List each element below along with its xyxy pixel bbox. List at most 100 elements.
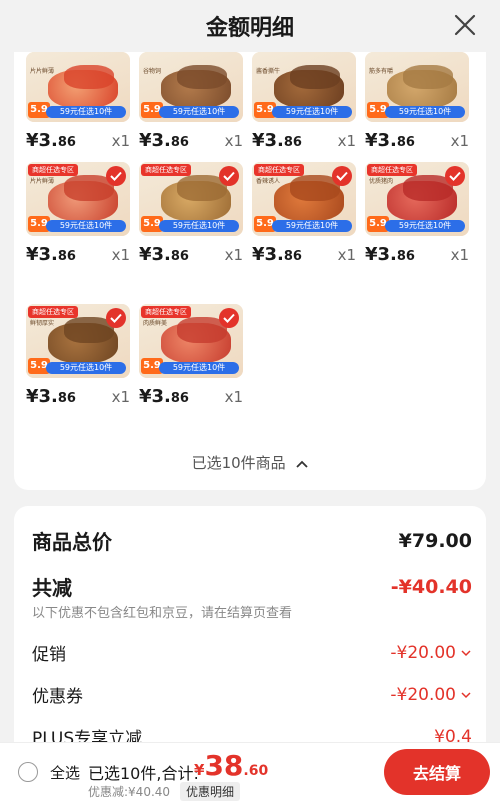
reduction-label: 共减 — [32, 576, 72, 600]
chevron-down-icon — [461, 649, 471, 656]
price-decimal: 86 — [283, 135, 302, 150]
promo-strip: 59元任选10件 — [46, 362, 126, 374]
promo-strip: 59元任选10件 — [272, 106, 352, 118]
product-item[interactable]: 商超任选专区 鲜韧厚实 5.9 59元任选10件 ¥3.86 x1 — [26, 304, 142, 422]
price-decimal: 86 — [170, 391, 189, 406]
selected-check-icon[interactable] — [219, 166, 239, 186]
selected-check-icon[interactable] — [219, 308, 239, 328]
selected-summary[interactable]: 已选10件商品 — [14, 452, 486, 473]
select-all-label[interactable]: 全选 — [50, 762, 80, 783]
product-image[interactable]: 商超任选专区 香辣诱人 5.9 59元任选10件 — [252, 162, 356, 236]
product-image[interactable]: 商超任选专区 片片鲜薄 5.9 59元任选10件 — [26, 162, 130, 236]
zone-tag: 商超任选专区 — [141, 164, 191, 176]
product-image[interactable]: 商超任选专区 鲜韧厚实 5.9 59元任选10件 — [26, 304, 130, 378]
product-quantity: x1 — [337, 132, 356, 150]
price-integer: ¥3. — [139, 386, 171, 407]
price-decimal: 86 — [396, 135, 415, 150]
product-price: ¥3.86 — [139, 244, 189, 265]
product-image[interactable]: 商超任选专区 优质猪肉 5.9 59元任选10件 — [365, 162, 469, 236]
product-feature-text: 酱香撕牛 — [256, 68, 281, 75]
selected-check-icon[interactable] — [332, 166, 352, 186]
selected-count: 已选10件,合计: — [88, 764, 199, 783]
product-quantity: x1 — [111, 132, 130, 150]
product-feature-text: 肉质鲜美 — [143, 320, 168, 327]
promo-strip: 59元任选10件 — [272, 220, 352, 232]
discount-detail-link[interactable]: 优惠明细 — [180, 782, 241, 801]
price-integer: ¥3. — [26, 130, 58, 151]
promo-strip: 59元任选10件 — [159, 220, 239, 232]
total-integer: 38 — [204, 749, 244, 782]
product-item[interactable]: 酱香撕牛 5.9 59元任选10件 ¥3.86 x1 — [252, 52, 368, 170]
goods-total-value: ¥79.00 — [398, 529, 472, 552]
goods-total-label: 商品总价 — [32, 530, 112, 554]
page-title: 金额明细 — [205, 16, 294, 41]
product-image[interactable]: 片片鲜薄 5.9 59元任选10件 — [26, 52, 130, 122]
reduction-row: 共减 -¥40.40 — [32, 572, 472, 601]
product-image[interactable]: 商超任选专区 5.9 59元任选10件 — [139, 162, 243, 236]
product-price: ¥3.86 — [365, 130, 415, 151]
zone-tag: 商超任选专区 — [28, 164, 78, 176]
promo-strip: 59元任选10件 — [159, 106, 239, 118]
product-item[interactable]: 片片鲜薄 5.9 59元任选10件 ¥3.86 x1 — [26, 52, 142, 170]
total-decimal: .60 — [243, 763, 269, 779]
product-item[interactable]: 商超任选专区 肉质鲜美 5.9 59元任选10件 ¥3.86 x1 — [139, 304, 255, 422]
product-price: ¥3.86 — [26, 386, 76, 407]
price-decimal: 86 — [57, 391, 76, 406]
product-quantity: x1 — [224, 246, 243, 264]
product-item[interactable]: 筋多有嚼 5.9 59元任选10件 ¥3.86 x1 — [365, 52, 481, 170]
checkout-bar: 全选 已选10件,合计: ¥38.60 优惠减:¥40.40 优惠明细 去结算 — [0, 742, 500, 802]
select-all-radio[interactable] — [18, 762, 38, 782]
discount-amount: 优惠减:¥40.40 — [88, 785, 171, 799]
product-feature-text: 优质猪肉 — [369, 178, 394, 185]
product-feature-text: 片片鲜薄 — [30, 68, 55, 75]
price-decimal: 86 — [57, 135, 76, 150]
promo-strip: 59元任选10件 — [46, 220, 126, 232]
product-item[interactable]: 商超任选专区 片片鲜薄 5.9 59元任选10件 ¥3.86 x1 — [26, 162, 142, 280]
product-feature-text: 片片鲜薄 — [30, 178, 55, 185]
chevron-up-icon — [296, 460, 309, 468]
selected-check-icon[interactable] — [106, 166, 126, 186]
selected-summary-label: 已选10件商品 — [191, 454, 286, 472]
close-icon[interactable] — [452, 12, 478, 38]
header: 金额明细 — [0, 0, 500, 52]
promo-strip: 59元任选10件 — [385, 220, 465, 232]
promo-label: 促销 — [32, 645, 66, 665]
product-feature-text: 鲜韧厚实 — [30, 320, 55, 327]
product-feature-text: 香辣诱人 — [256, 178, 281, 185]
promo-value: -¥20.00 — [390, 642, 456, 663]
product-quantity: x1 — [111, 388, 130, 406]
product-list-card: 片片鲜薄 5.9 59元任选10件 ¥3.86 x1 谷物饲 5.9 59元任选10件 ¥3.8… — [14, 52, 486, 490]
discount-note: 以下优惠不包含红包和京豆，请在结算页查看 — [32, 606, 293, 621]
product-image[interactable]: 商超任选专区 肉质鲜美 5.9 59元任选10件 — [139, 304, 243, 378]
product-price: ¥3.86 — [365, 244, 415, 265]
product-quantity: x1 — [224, 388, 243, 406]
chevron-down-icon — [461, 691, 471, 698]
product-quantity: x1 — [224, 132, 243, 150]
product-price: ¥3.86 — [26, 130, 76, 151]
price-decimal: 86 — [57, 249, 76, 264]
product-price: ¥3.86 — [26, 244, 76, 265]
promo-row[interactable]: 促销 -¥20.00 — [32, 640, 472, 665]
reduction-value: -¥40.40 — [390, 575, 472, 598]
product-quantity: x1 — [450, 132, 469, 150]
product-item[interactable]: 商超任选专区 优质猪肉 5.9 59元任选10件 ¥3.86 x1 — [365, 162, 481, 280]
product-item[interactable]: 商超任选专区 5.9 59元任选10件 ¥3.86 x1 — [139, 162, 255, 280]
selected-check-icon[interactable] — [445, 166, 465, 186]
product-price: ¥3.86 — [252, 130, 302, 151]
product-quantity: x1 — [450, 246, 469, 264]
product-image[interactable]: 酱香撕牛 5.9 59元任选10件 — [252, 52, 356, 122]
checkout-button[interactable]: 去结算 — [384, 749, 490, 795]
selected-check-icon[interactable] — [106, 308, 126, 328]
coupon-row[interactable]: 优惠券 -¥20.00 — [32, 682, 472, 707]
product-item[interactable]: 商超任选专区 香辣诱人 5.9 59元任选10件 ¥3.86 x1 — [252, 162, 368, 280]
price-integer: ¥3. — [139, 130, 171, 151]
product-price: ¥3.86 — [252, 244, 302, 265]
product-item[interactable]: 谷物饲 5.9 59元任选10件 ¥3.86 x1 — [139, 52, 255, 170]
price-decimal: 86 — [283, 249, 302, 264]
coupon-label: 优惠券 — [32, 687, 83, 707]
product-image[interactable]: 筋多有嚼 5.9 59元任选10件 — [365, 52, 469, 122]
product-feature-text: 谷物饲 — [143, 68, 162, 75]
product-image[interactable]: 谷物饲 5.9 59元任选10件 — [139, 52, 243, 122]
zone-tag: 商超任选专区 — [367, 164, 417, 176]
total-price: ¥38.60 — [194, 749, 268, 782]
